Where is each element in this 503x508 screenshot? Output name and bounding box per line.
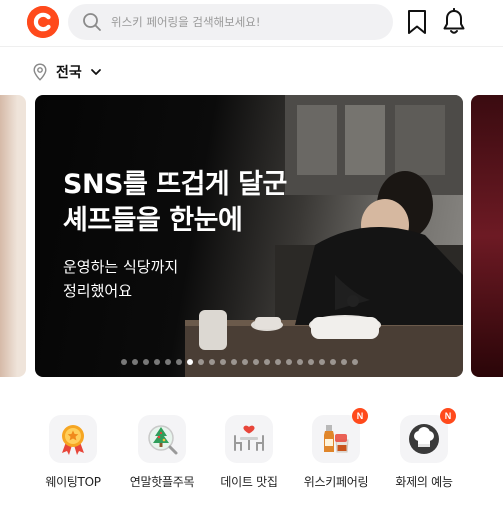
- notification-bell-icon[interactable]: [442, 8, 466, 35]
- pagination-dot[interactable]: [165, 359, 171, 365]
- next-banner-card[interactable]: [471, 95, 503, 377]
- pagination-dot[interactable]: [264, 359, 270, 365]
- category-icon-tile: N: [312, 408, 368, 463]
- category-label: 웨이팅TOP: [45, 475, 101, 489]
- chevron-down-icon: [90, 69, 101, 75]
- category-label: 연말핫플주목: [129, 475, 195, 489]
- category-icon-tile: [49, 415, 97, 463]
- location-selector[interactable]: 전국: [32, 60, 102, 84]
- banner-title-line-2: 셰프들을 한눈에: [63, 205, 243, 236]
- new-badge: N: [352, 408, 368, 424]
- date-table-icon: [234, 425, 264, 451]
- banner-title: SNS를 뜨겁게 달군 셰프들을 한눈에: [63, 167, 287, 239]
- previous-banner-card[interactable]: [0, 95, 26, 377]
- pagination-dot[interactable]: [308, 359, 314, 365]
- banner-card[interactable]: SNS를 뜨겁게 달군 셰프들을 한눈에 운영하는 식당까지 정리했어요: [35, 95, 463, 377]
- app-logo[interactable]: [27, 6, 59, 38]
- pagination-dot[interactable]: [275, 359, 281, 365]
- pagination-dot[interactable]: [220, 359, 226, 365]
- pagination-dot[interactable]: [352, 359, 358, 365]
- new-badge: N: [440, 408, 456, 424]
- category-icon-tile: N: [400, 408, 456, 463]
- whisky-icon: [324, 425, 349, 453]
- category-year-end-hotplace[interactable]: 연말핫플주목: [117, 415, 207, 490]
- banner-carousel[interactable]: SNS를 뜨겁게 달군 셰프들을 한눈에 운영하는 식당까지 정리했어요: [0, 95, 503, 377]
- category-date-restaurant[interactable]: 데이트 맛집: [204, 415, 294, 490]
- banner-subtitle-line-2: 정리했어요: [63, 282, 133, 300]
- category-hot-variety-show[interactable]: N 화제의 예능: [379, 408, 469, 490]
- header-divider: [0, 46, 503, 47]
- banner-subtitle-line-1: 운영하는 식당까지: [63, 258, 179, 276]
- category-label: 위스키페어링: [303, 475, 369, 489]
- category-icon-tile: [138, 415, 186, 463]
- pagination-dot[interactable]: [132, 359, 138, 365]
- location-pin-icon: [33, 63, 47, 81]
- search-input[interactable]: [111, 15, 381, 29]
- top-header: [0, 0, 503, 46]
- pagination-dot[interactable]: [286, 359, 292, 365]
- category-label: 화제의 예능: [395, 475, 453, 489]
- pagination-dot[interactable]: [242, 359, 248, 365]
- banner-subtitle: 운영하는 식당까지 정리했어요: [63, 255, 178, 303]
- category-whisky-pairing[interactable]: N 위스키페어링: [291, 408, 381, 490]
- pagination-dot[interactable]: [154, 359, 160, 365]
- pagination-dot[interactable]: [297, 359, 303, 365]
- pagination-dot[interactable]: [187, 359, 193, 365]
- pagination-dot[interactable]: [143, 359, 149, 365]
- pagination-dot[interactable]: [319, 359, 325, 365]
- bookmark-icon[interactable]: [406, 9, 428, 35]
- category-icon-tile: [225, 415, 273, 463]
- catchtable-logo-icon: [27, 6, 59, 38]
- pagination-dot[interactable]: [209, 359, 215, 365]
- medal-icon: [62, 425, 84, 455]
- pagination-dot[interactable]: [176, 359, 182, 365]
- search-icon: [83, 13, 101, 31]
- pagination-dot[interactable]: [121, 359, 127, 365]
- pagination-dot[interactable]: [231, 359, 237, 365]
- pagination-dot[interactable]: [253, 359, 259, 365]
- christmas-tree-icon: [148, 425, 178, 455]
- location-label: 전국: [56, 65, 82, 81]
- banner-title-line-1: SNS를 뜨겁게 달군: [63, 169, 287, 200]
- chef-hat-icon: [409, 424, 439, 454]
- pagination-dot[interactable]: [198, 359, 204, 365]
- pagination-dot[interactable]: [341, 359, 347, 365]
- category-shortcuts: 웨이팅TOP 연말핫플주목 데이트 맛집 N 위스키페어링 N 화제의 예능: [0, 408, 503, 508]
- pagination-dot[interactable]: [330, 359, 336, 365]
- search-bar[interactable]: [68, 4, 393, 40]
- category-waiting-top[interactable]: 웨이팅TOP: [28, 415, 118, 490]
- carousel-pagination: [121, 359, 358, 365]
- category-label: 데이트 맛집: [220, 475, 278, 489]
